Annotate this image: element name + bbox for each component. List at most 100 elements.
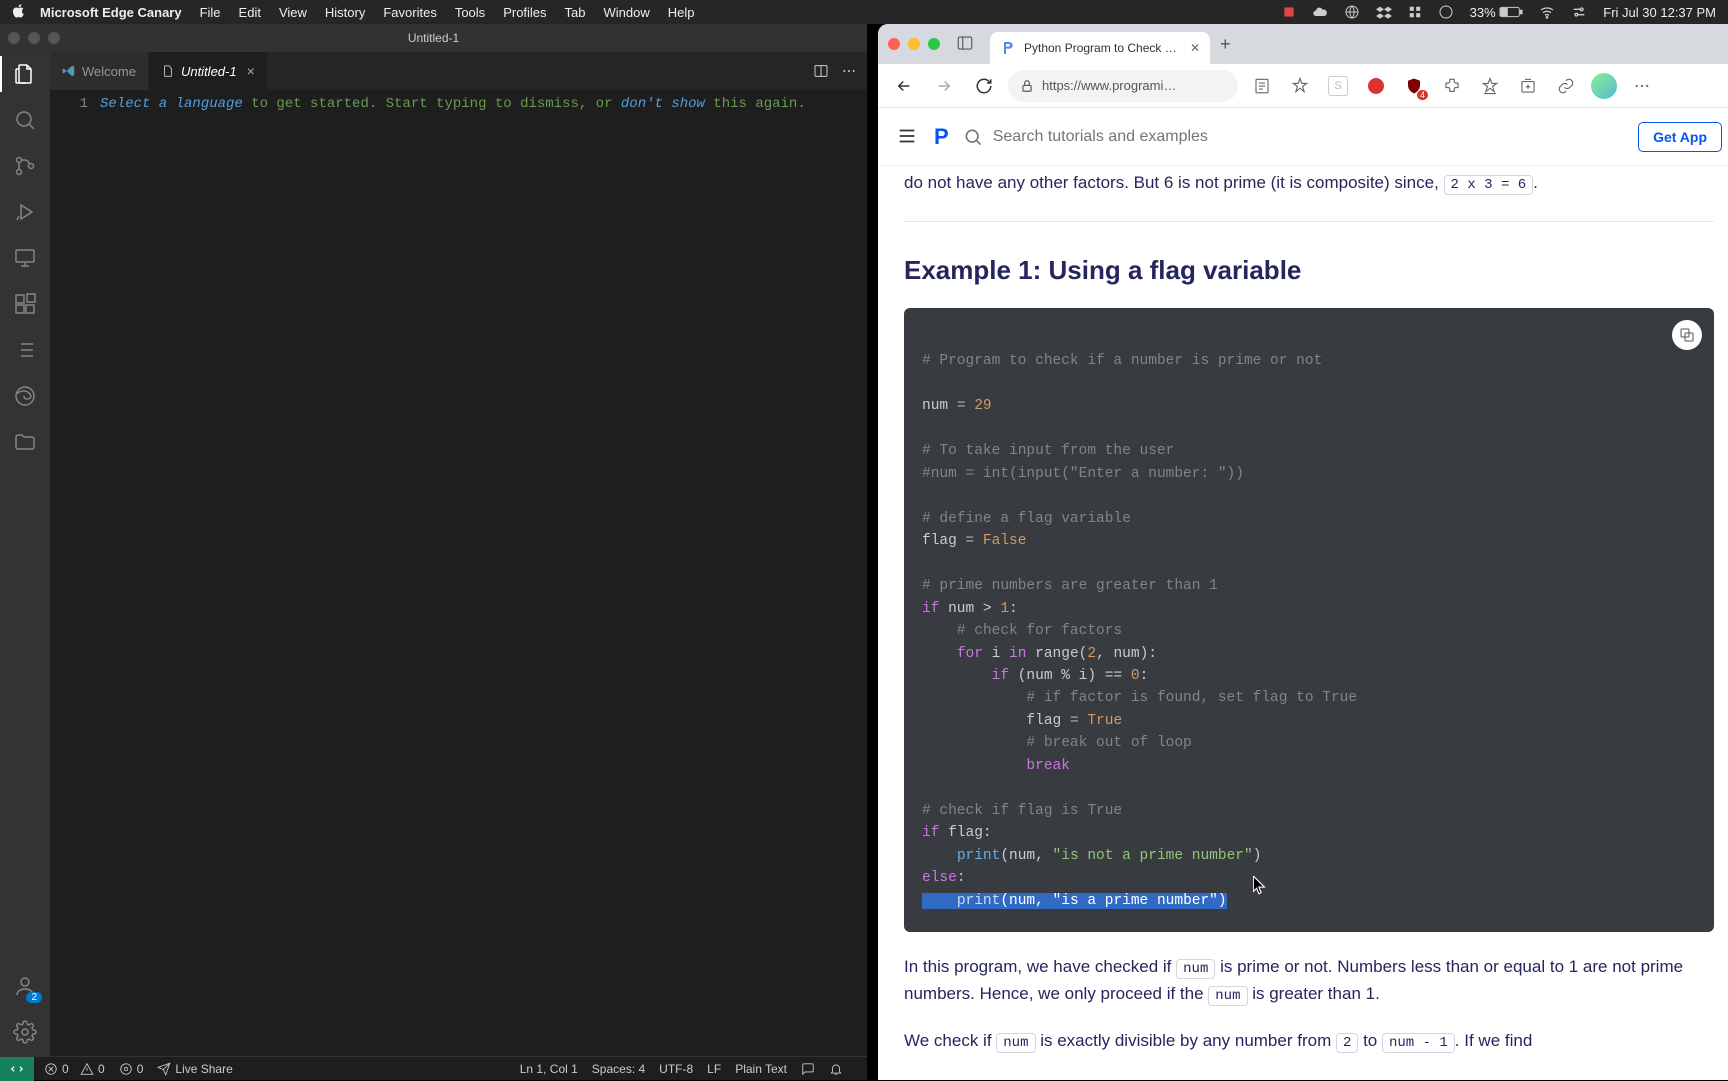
page-content[interactable]: P Get App do not have any other factors.… [878,108,1728,1080]
copy-code-button[interactable] [1672,320,1702,350]
folder-icon[interactable] [11,428,39,456]
cursor-position[interactable]: Ln 1, Col 1 [520,1062,578,1076]
explorer-icon[interactable] [11,60,39,88]
language-button[interactable]: Plain Text [735,1062,787,1076]
favorite-icon[interactable] [1284,70,1316,102]
edge-icon[interactable] [11,382,39,410]
article-paragraph: In this program, we have checked if num … [904,954,1714,1007]
collections-icon[interactable] [1512,70,1544,102]
activity-bar: 2 [0,52,50,1056]
vscode-logo-icon [62,64,76,78]
account-badge: 2 [26,992,42,1003]
app-name[interactable]: Microsoft Edge Canary [40,5,182,20]
link-icon[interactable] [1550,70,1582,102]
tab-label: Welcome [82,64,136,79]
programiz-favicon-icon [1000,40,1016,56]
split-editor-icon[interactable] [811,61,831,81]
refresh-button[interactable] [968,70,1000,102]
vscode-titlebar: Untitled-1 [0,24,867,52]
tab-close-icon[interactable]: × [247,63,255,79]
example-heading: Example 1: Using a flag variable [904,250,1714,290]
tab-welcome[interactable]: Welcome [50,52,149,90]
menu-view[interactable]: View [279,5,307,20]
list-icon[interactable] [11,336,39,364]
hamburger-icon[interactable] [896,125,920,149]
line-number: 1 [50,94,88,114]
more-icon[interactable] [839,61,859,81]
wifi-icon[interactable] [1539,4,1555,20]
account-icon[interactable]: 2 [11,972,39,1000]
editor-content[interactable]: 1 Select a language to get started. Star… [50,90,867,1056]
favorites-bar-icon[interactable] [1474,70,1506,102]
run-debug-icon[interactable] [11,198,39,226]
profile-avatar[interactable] [1588,70,1620,102]
search-icon[interactable] [963,127,983,147]
cloud-icon[interactable] [1312,4,1328,20]
apple-icon[interactable] [12,4,26,21]
battery-percent[interactable]: 33% [1470,5,1524,20]
reader-icon[interactable] [1246,70,1278,102]
address-bar[interactable]: https://www.programi… [1008,70,1238,102]
extensions-menu-icon[interactable] [1436,70,1468,102]
datetime[interactable]: Fri Jul 30 12:37 PM [1603,5,1716,20]
status-indicator-icon[interactable] [1282,5,1296,19]
menu-history[interactable]: History [325,5,365,20]
forward-button[interactable] [928,70,960,102]
ports-button[interactable]: 0 [119,1062,144,1076]
siri-icon[interactable] [1438,4,1454,20]
new-tab-button[interactable]: + [1220,34,1231,55]
globe-icon[interactable] [1344,4,1360,20]
browser-window: Python Program to Check Prim… ✕ + https:… [878,24,1728,1080]
programiz-logo[interactable]: P [934,124,949,150]
tab-untitled[interactable]: Untitled-1 × [149,52,268,90]
inline-code: 2 x 3 = 6 [1444,175,1534,195]
app-menu-icon[interactable] [1626,70,1658,102]
browser-traffic-lights[interactable] [888,38,940,50]
indent-button[interactable]: Spaces: 4 [592,1062,645,1076]
search-input[interactable] [993,128,1624,146]
grid-icon[interactable] [1408,5,1422,19]
encoding-button[interactable]: UTF-8 [659,1062,693,1076]
browser-tabbar: Python Program to Check Prim… ✕ + [878,24,1728,64]
get-app-button[interactable]: Get App [1638,122,1722,152]
source-control-icon[interactable] [11,152,39,180]
vscode-traffic-lights[interactable] [8,32,60,44]
bell-icon[interactable] [829,1062,843,1076]
browser-toolbar: https://www.programi… S 4 [878,64,1728,108]
extensions-icon[interactable] [11,290,39,318]
control-center-icon[interactable] [1571,4,1587,20]
menu-tools[interactable]: Tools [455,5,485,20]
remote-button[interactable] [0,1057,34,1081]
menu-favorites[interactable]: Favorites [383,5,436,20]
article-text: do not have any other factors. But 6 is … [904,173,1439,192]
tab-close-icon[interactable]: ✕ [1190,41,1200,55]
menu-profiles[interactable]: Profiles [503,5,546,20]
ext-s-icon[interactable]: S [1322,70,1354,102]
menu-window[interactable]: Window [604,5,650,20]
ext-red-icon[interactable] [1360,70,1392,102]
browser-tab[interactable]: Python Program to Check Prim… ✕ [990,32,1210,64]
menu-help[interactable]: Help [668,5,695,20]
article-paragraph: We check if num is exactly divisible by … [904,1028,1714,1055]
site-header: P Get App [878,108,1728,166]
feedback-icon[interactable] [801,1062,815,1076]
browser-tab-title: Python Program to Check Prim… [1024,41,1182,55]
settings-gear-icon[interactable] [11,1018,39,1046]
file-icon [161,64,175,78]
search-icon[interactable] [11,106,39,134]
menu-file[interactable]: File [200,5,221,20]
tab-label: Untitled-1 [181,64,237,79]
back-button[interactable] [888,70,920,102]
ext-ublock-icon[interactable]: 4 [1398,70,1430,102]
problems-button[interactable]: 0 0 [44,1062,105,1076]
vertical-tabs-icon[interactable] [956,34,976,54]
menu-edit[interactable]: Edit [239,5,261,20]
menu-tab[interactable]: Tab [565,5,586,20]
eol-button[interactable]: LF [707,1062,721,1076]
remote-explorer-icon[interactable] [11,244,39,272]
liveshare-button[interactable]: Live Share [157,1062,232,1076]
vscode-window: Untitled-1 2 Welcome [0,24,867,1080]
code-block[interactable]: # Program to check if a number is prime … [904,308,1714,932]
macos-menubar: Microsoft Edge Canary File Edit View His… [0,0,1728,24]
dropbox-icon[interactable] [1376,4,1392,20]
